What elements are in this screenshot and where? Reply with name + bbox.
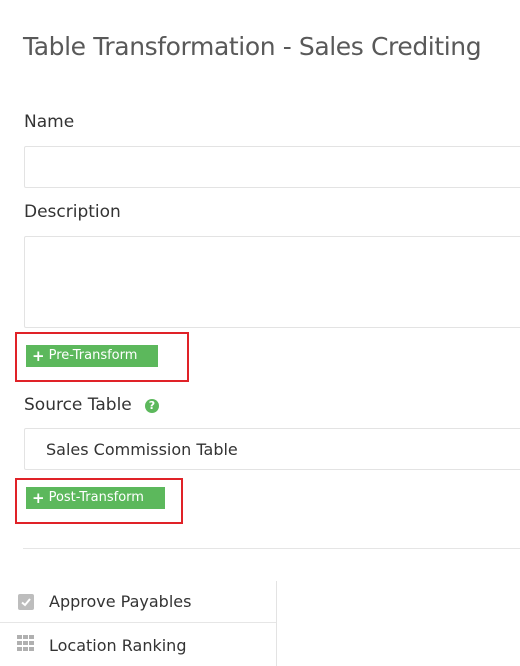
name-label: Name: [24, 112, 75, 132]
help-icon[interactable]: ?: [145, 399, 159, 413]
section-divider: [23, 548, 520, 549]
page-title: Table Transformation - Sales Crediting: [23, 32, 482, 61]
checkbox-icon: [18, 593, 34, 610]
list-item-location-ranking[interactable]: Location Ranking: [0, 624, 276, 666]
pre-transform-label: Pre-Transform: [48, 348, 138, 363]
description-textarea[interactable]: [24, 236, 520, 328]
source-table-select[interactable]: Sales Commission Table: [24, 428, 520, 470]
source-table-label: Source Table: [24, 395, 132, 415]
source-table-value: Sales Commission Table: [46, 440, 238, 459]
list-item-label: Location Ranking: [49, 635, 187, 655]
pre-transform-button[interactable]: + Pre-Transform: [26, 345, 158, 367]
post-transform-label: Post-Transform: [48, 490, 144, 505]
list-item-approve-payables[interactable]: Approve Payables: [0, 581, 276, 623]
name-input[interactable]: [24, 146, 520, 188]
plus-icon: +: [32, 489, 45, 507]
process-list: Approve Payables Location Ranking: [0, 581, 277, 666]
list-item-label: Approve Payables: [49, 592, 192, 611]
description-label: Description: [24, 202, 121, 222]
post-transform-button[interactable]: + Post-Transform: [26, 487, 165, 509]
grid-icon: [17, 635, 35, 655]
plus-icon: +: [32, 347, 45, 365]
